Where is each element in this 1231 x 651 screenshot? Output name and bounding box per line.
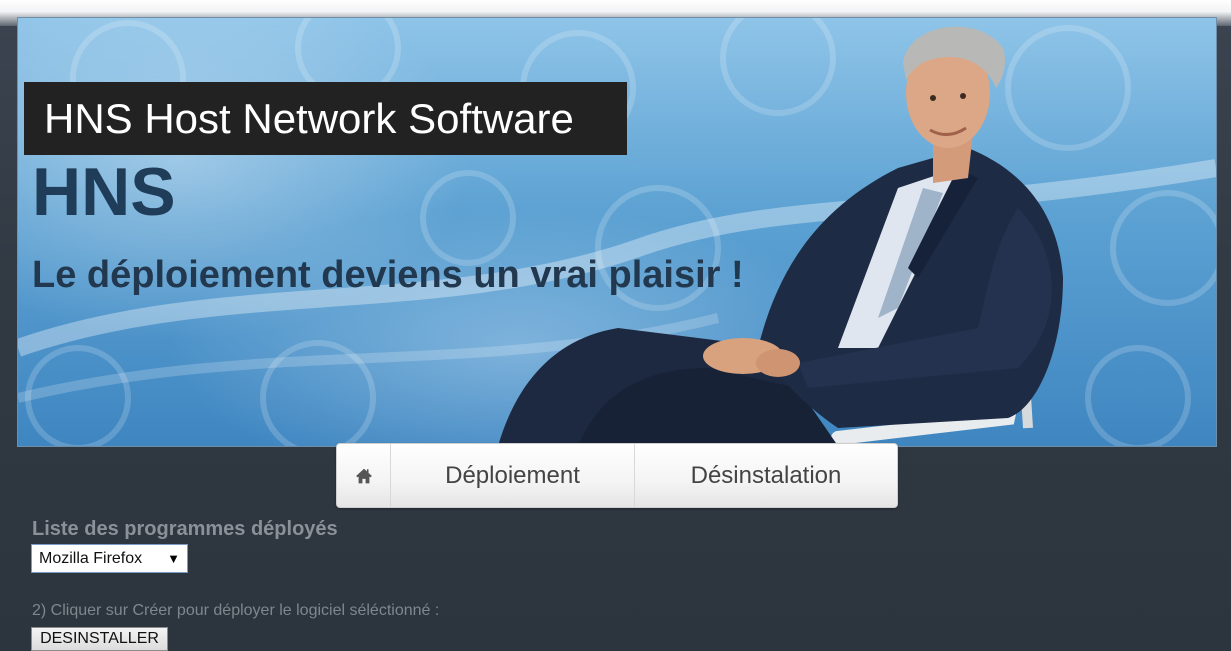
- header-banner: HNS Host Network Software HNS Le déploie…: [18, 18, 1216, 446]
- instruction-text: 2) Cliquer sur Créer pour déployer le lo…: [32, 602, 440, 619]
- program-select-value: Mozilla Firefox: [39, 549, 143, 567]
- dropdown-arrow-icon: ▼: [167, 551, 180, 566]
- app-title: HNS Host Network Software: [24, 82, 627, 155]
- main-nav: Déploiement Désinstalation: [336, 443, 898, 508]
- nav-desinstalation[interactable]: Désinstalation: [635, 444, 897, 507]
- nav-home[interactable]: [337, 444, 391, 507]
- brand-heading: HNS: [32, 154, 176, 230]
- uninstall-button[interactable]: DESINSTALLER: [31, 627, 168, 651]
- program-select[interactable]: Mozilla Firefox ▼: [31, 544, 188, 573]
- deployed-programs-label: Liste des programmes déployés: [32, 518, 338, 540]
- home-icon: [355, 468, 372, 483]
- nav-deploiement[interactable]: Déploiement: [391, 444, 635, 507]
- slogan: Le déploiement deviens un vrai plaisir !: [32, 254, 744, 296]
